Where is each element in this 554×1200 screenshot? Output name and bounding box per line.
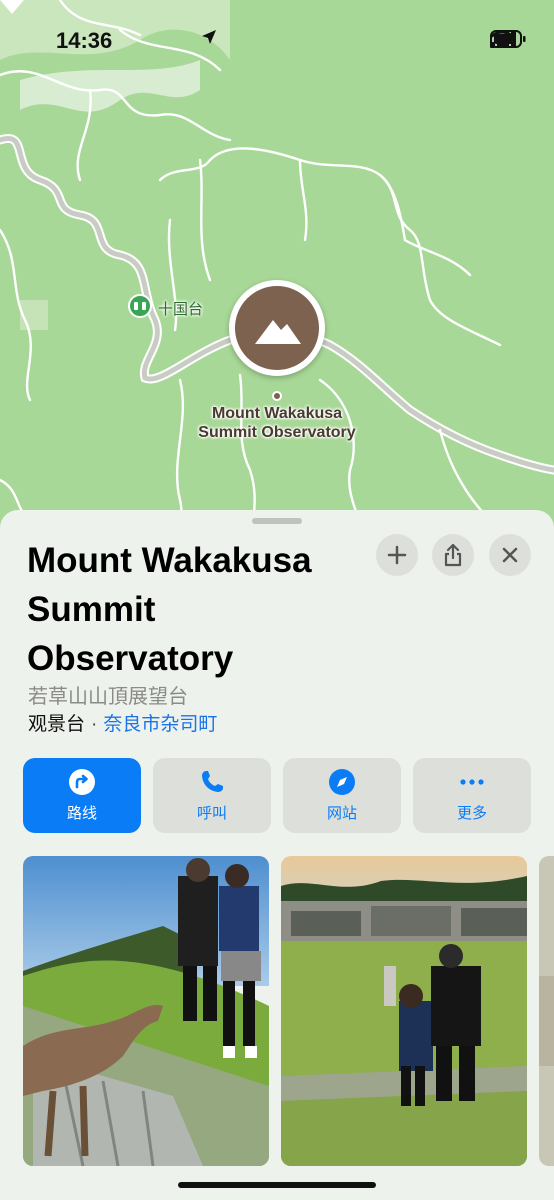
compass-icon — [329, 769, 355, 795]
more-button[interactable]: 更多 — [413, 758, 531, 833]
place-title: Mount Wakakusa Summit Observatory — [27, 541, 312, 678]
directions-icon — [69, 769, 95, 795]
share-icon — [444, 543, 462, 567]
pin-location-dot — [272, 391, 282, 401]
photo-carousel[interactable] — [23, 856, 554, 1166]
share-button[interactable] — [432, 534, 474, 576]
photo-peek[interactable] — [539, 856, 554, 1166]
more-icon — [460, 779, 484, 785]
place-pin[interactable] — [229, 280, 325, 376]
place-meta: 观景台 · 奈良市杂司町 — [28, 709, 217, 736]
close-button[interactable] — [489, 534, 531, 576]
call-label: 呼叫 — [196, 805, 227, 822]
more-label: 更多 — [456, 805, 487, 822]
photo-deer-lawn[interactable] — [23, 856, 269, 1166]
home-indicator[interactable] — [178, 1182, 376, 1188]
map-view[interactable]: 14:36 十国台 Mount Wakakusa Summit Observat… — [0, 0, 554, 540]
website-label: 网站 — [326, 805, 357, 822]
category-label: 观景台 — [28, 714, 86, 735]
action-buttons: 路线 呼叫 网站 更多 — [23, 758, 531, 833]
directions-button[interactable]: 路线 — [23, 758, 141, 833]
map-poi-label[interactable]: 十国台 — [158, 298, 203, 319]
place-card-sheet: Mount Wakakusa Summit Observatory 若草山山頂展… — [0, 510, 554, 1200]
directions-label: 路线 — [66, 805, 97, 822]
sheet-grabber[interactable] — [252, 518, 302, 524]
status-time: 14:36 — [56, 28, 113, 53]
photo-family-lawn[interactable] — [281, 856, 527, 1166]
location-link[interactable]: 奈良市杂司町 — [103, 714, 217, 735]
phone-icon — [202, 771, 223, 792]
add-button[interactable] — [376, 534, 418, 576]
add-icon — [387, 545, 407, 565]
meta-separator: · — [91, 714, 98, 735]
mountain-icon — [255, 320, 301, 344]
binoculars-icon[interactable] — [128, 294, 152, 318]
map-place-label[interactable]: Mount Wakakusa Summit Observatory — [188, 404, 366, 442]
pin-tail — [0, 0, 24, 14]
close-icon — [502, 547, 518, 563]
call-button[interactable]: 呼叫 — [153, 758, 271, 833]
map-roads — [0, 0, 554, 540]
native-name: 若草山山頂展望台 — [28, 686, 188, 708]
website-button[interactable]: 网站 — [283, 758, 401, 833]
